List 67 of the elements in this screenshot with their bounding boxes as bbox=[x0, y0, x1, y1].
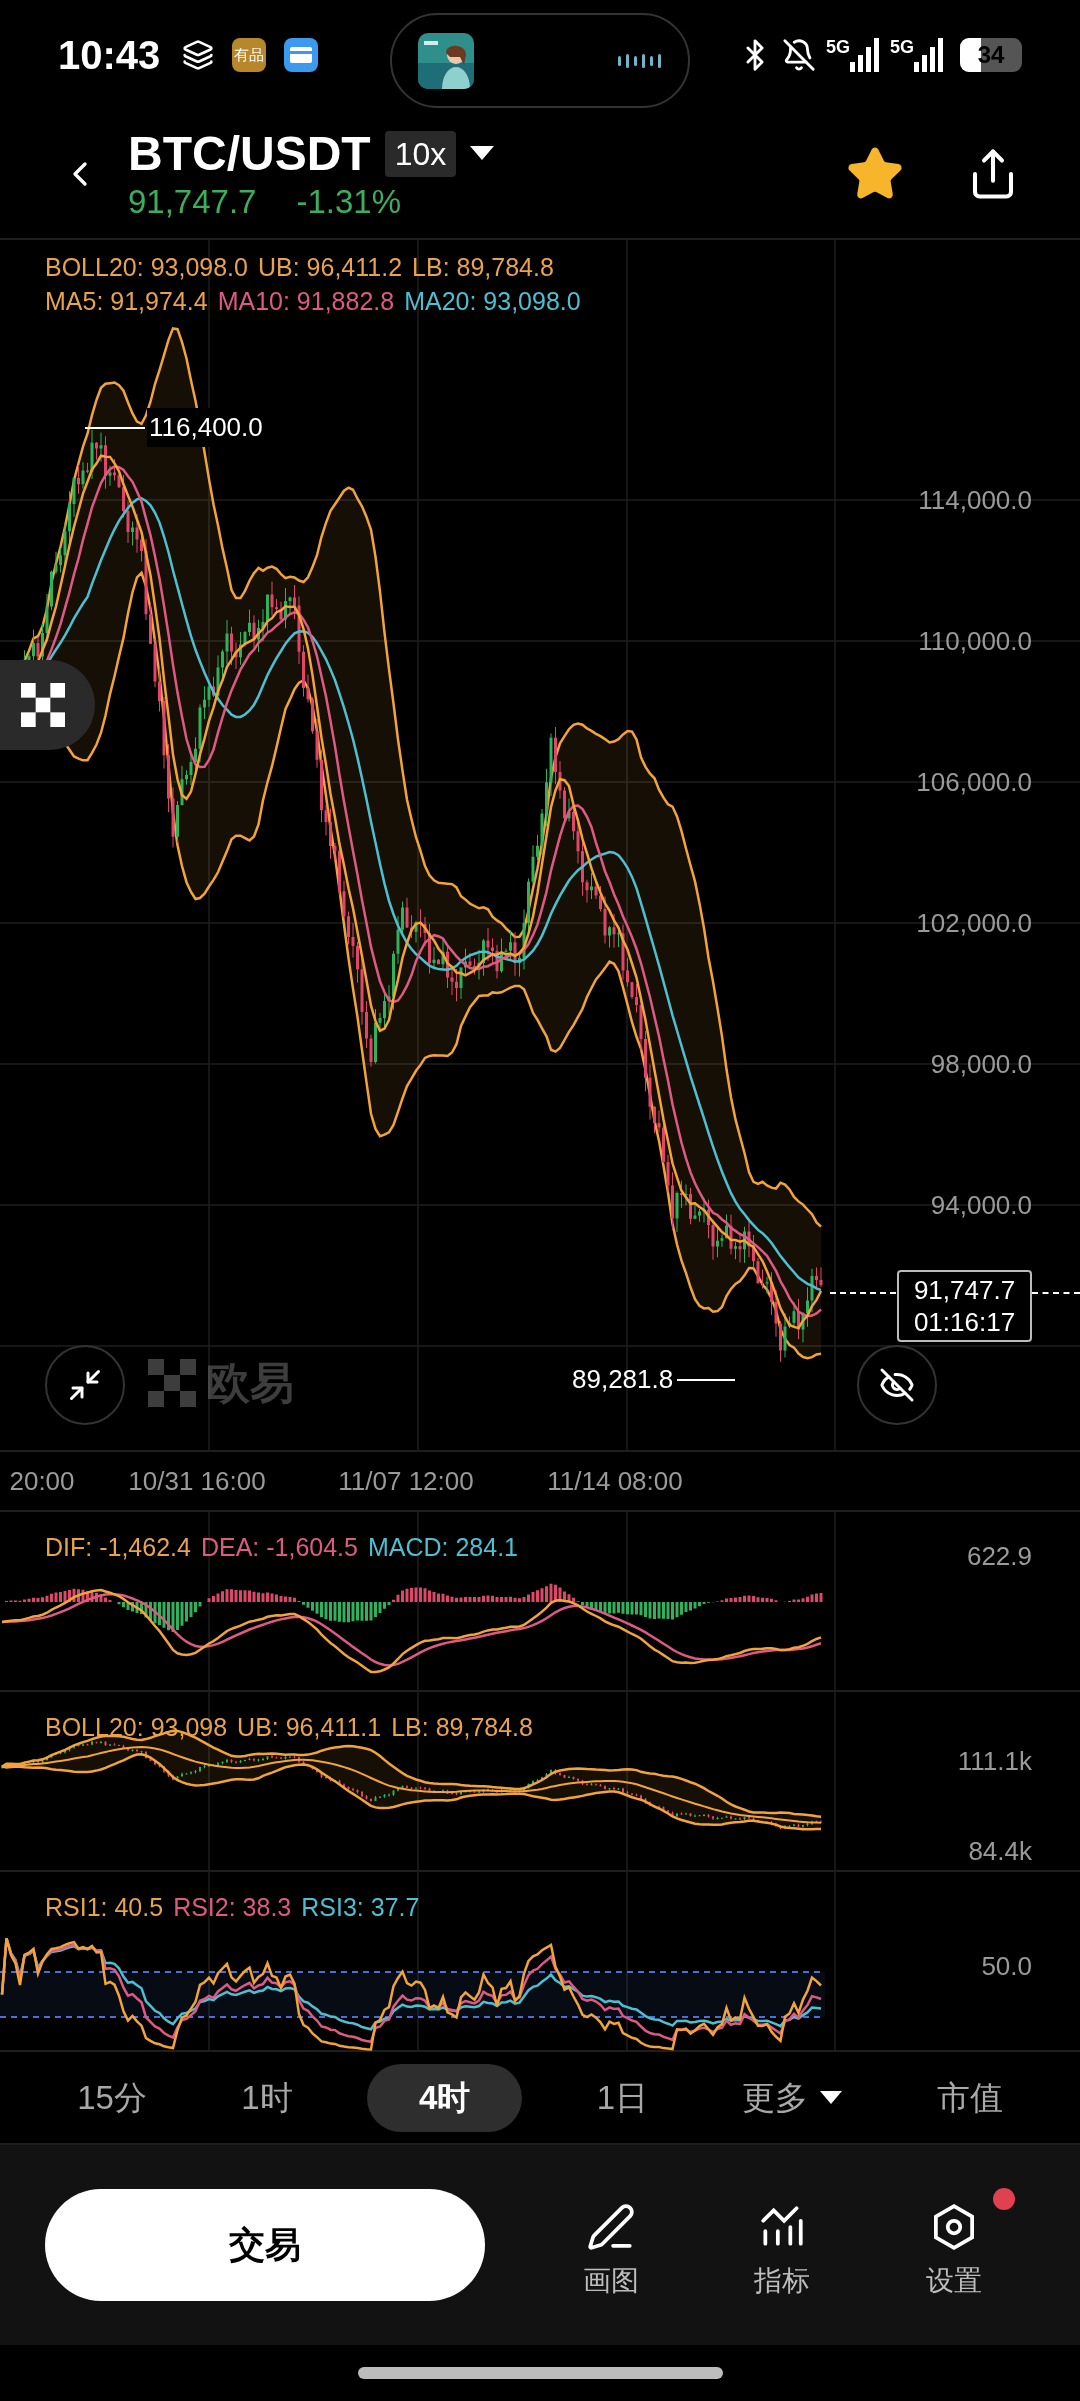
signal-icon bbox=[850, 38, 880, 72]
indicator-legend-text: DEA: -1,604.5 bbox=[200, 1532, 358, 1563]
indicator-legend-text: MA20: 93,098.0 bbox=[404, 286, 581, 317]
indicator-legend-text: LB: 89,784.8 bbox=[412, 252, 554, 283]
last-price-tag: 91,747.7 01:16:17 bbox=[897, 1270, 1032, 1342]
signal-icon bbox=[914, 38, 944, 72]
price-change: -1.31% bbox=[296, 182, 402, 222]
wallet-icon bbox=[284, 38, 319, 72]
price-axis-label: 94,000.0 bbox=[930, 1190, 1032, 1220]
indicator-legend-text: BOLL20: 93,098.0 bbox=[45, 252, 248, 283]
boll-axis-label: 111.1k bbox=[957, 1745, 1032, 1778]
logo-tab[interactable] bbox=[0, 660, 95, 750]
price-axis-label: 114,000.0 bbox=[918, 485, 1032, 515]
timeframe-tab[interactable]: 4时 bbox=[366, 2063, 523, 2132]
indicator-legend-text: DIF: -1,462.4 bbox=[45, 1532, 191, 1563]
chart-watermark: 欧易 bbox=[206, 1358, 294, 1408]
price-axis-label: 98,000.0 bbox=[930, 1049, 1032, 1079]
network-type: 5G bbox=[825, 38, 850, 56]
pen-icon bbox=[585, 2202, 636, 2252]
boll-axis-label: 84.4k bbox=[968, 1835, 1032, 1868]
bell-off-icon bbox=[781, 38, 816, 72]
indicator-legend-text: UB: 96,411.1 bbox=[237, 1712, 382, 1743]
indicator-legend-text: MACD: 284.1 bbox=[367, 1532, 518, 1563]
indicator-legend-text: LB: 89,784.8 bbox=[391, 1712, 533, 1743]
dropdown-triangle-icon[interactable] bbox=[470, 146, 495, 162]
last-price: 91,747.7 bbox=[128, 182, 257, 222]
time-axis-label: 11/07 12:00 bbox=[338, 1465, 474, 1498]
toolbar-button[interactable]: 指标 bbox=[717, 2188, 848, 2302]
indicator-legend-text: RSI1: 40.5 bbox=[45, 1892, 164, 1923]
collapse-icon bbox=[67, 1367, 103, 1403]
time-axis-label: 10/31 16:00 bbox=[128, 1465, 266, 1498]
dropdown-triangle-icon bbox=[820, 2090, 843, 2105]
rsi-axis-label: 50.0 bbox=[981, 1950, 1032, 1983]
app-badge: 有品 bbox=[232, 38, 267, 72]
price-axis-label: 106,000.0 bbox=[916, 767, 1032, 797]
timeframe-tab[interactable]: 更多 bbox=[722, 2063, 863, 2132]
indicator-legend-text: MA10: 91,882.8 bbox=[217, 286, 395, 317]
indicator-legend-text: BOLL20: 93,098 bbox=[45, 1712, 228, 1743]
price-axis-label: 102,000.0 bbox=[916, 908, 1032, 938]
last-price-line bbox=[830, 1292, 896, 1294]
indicator-legend-text: RSI2: 38.3 bbox=[173, 1892, 292, 1923]
macd-axis-label: 622.9 bbox=[966, 1540, 1032, 1573]
high-marker-line bbox=[85, 426, 145, 429]
timeframe-tab[interactable]: 市值 bbox=[916, 2063, 1023, 2132]
time-axis-label: 11/14 08:00 bbox=[547, 1465, 683, 1498]
toolbar-button[interactable]: 画图 bbox=[545, 2188, 676, 2302]
status-time: 10:43 bbox=[58, 32, 161, 79]
eye-off-icon bbox=[879, 1367, 915, 1403]
indicator-legend-text: RSI3: 37.7 bbox=[301, 1892, 420, 1923]
trade-button[interactable]: 交易 bbox=[45, 2189, 485, 2301]
leverage-badge: 10x bbox=[384, 131, 457, 177]
checker-logo-icon bbox=[148, 1359, 196, 1407]
timeframe-tab[interactable]: 15分 bbox=[57, 2063, 167, 2132]
network-type: 5G bbox=[890, 38, 914, 56]
indicator-legend-text: MA5: 91,974.4 bbox=[45, 286, 208, 317]
pair-title: BTC/USDT bbox=[128, 126, 371, 182]
price-axis-label: 110,000.0 bbox=[918, 626, 1032, 656]
timeframe-tab[interactable]: 1日 bbox=[576, 2063, 669, 2132]
indicator-legend-text: UB: 96,411.2 bbox=[257, 252, 403, 283]
layers-icon bbox=[182, 39, 215, 71]
toolbar-button[interactable]: 设置 bbox=[889, 2188, 1020, 2302]
low-marker-line bbox=[677, 1378, 736, 1381]
timeframe-tab[interactable]: 1时 bbox=[221, 2063, 313, 2132]
high-price-label: 116,400.0 bbox=[147, 408, 265, 447]
time-axis-label: 20:00 bbox=[9, 1465, 75, 1498]
checker-logo-icon bbox=[20, 683, 65, 727]
low-price-label: 89,281.8 bbox=[572, 1363, 674, 1396]
